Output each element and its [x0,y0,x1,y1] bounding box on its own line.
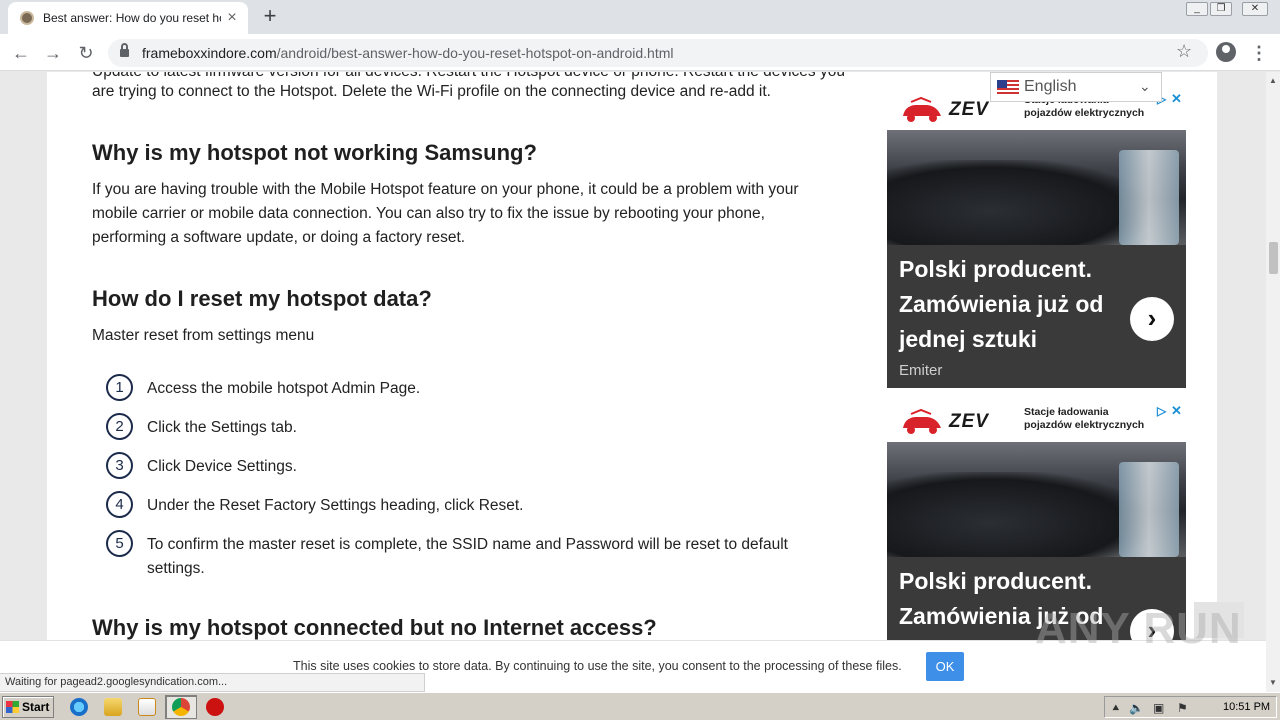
step-text: Click Device Settings. [147,458,297,475]
url-host: frameboxxindore.com [142,45,277,61]
restore-icon: ❐ [1216,3,1226,14]
bookmark-star-icon[interactable]: ☆ [1176,41,1192,62]
reload-icon[interactable]: ↻ [74,41,98,65]
list-item: 3 Click Device Settings. [106,452,846,479]
car-logo-icon [903,408,941,434]
step-number: 4 [106,491,133,518]
paragraph-master-reset: Master reset from settings menu [92,327,315,344]
step-text: Under the Reset Factory Settings heading… [147,497,524,514]
ad-header: ZEV Stacje ładowania pojazdów elektryczn… [887,402,1186,442]
tab-strip: Best answer: How do you reset hots × + _… [0,0,1280,34]
clock: 10:51 PM [1223,701,1271,713]
charger-image [1119,462,1179,557]
step-text: Click the Settings tab. [147,419,297,436]
close-icon: ✕ [1250,3,1260,14]
internet-explorer-icon[interactable] [70,698,88,716]
scroll-up-icon[interactable]: ▲ [1266,74,1280,88]
car-image [887,160,1147,245]
car-image [887,472,1147,557]
minimize-button[interactable]: _ [1186,2,1208,16]
heading-no-internet: Why is my hotspot connected but no Inter… [92,615,657,640]
start-button[interactable]: Start [2,696,54,718]
step-text: To confirm the master reset is complete,… [147,536,788,577]
volume-icon[interactable]: 🔈 [1129,701,1144,715]
tab-close-icon[interactable]: × [223,9,241,27]
forward-icon[interactable]: → [41,41,65,65]
flag-icon[interactable]: ⚑ [1177,701,1188,715]
antivirus-icon[interactable] [206,698,224,716]
heading-reset-hotspot: How do I reset my hotspot data? [92,286,432,311]
status-bubble: Waiting for pagead2.googlesyndication.co… [0,673,425,692]
chevron-right-icon[interactable]: › [1130,297,1174,341]
heading-hotspot-not-working: Why is my hotspot not working Samsung? [92,140,537,165]
adchoices-icon[interactable]: ▷ [1157,404,1166,418]
browser-tab[interactable]: Best answer: How do you reset hots × [8,2,248,34]
advertisement-1[interactable]: ZEV Stacje ładowania pojazdów elektryczn… [887,90,1186,388]
site-favicon-icon [20,11,34,25]
windows-logo-icon [6,701,19,713]
ad-brand: Emiter [899,362,943,379]
close-icon[interactable]: ✕ [1171,403,1182,419]
watermark: ANY RUN [1035,604,1242,653]
address-bar[interactable]: frameboxxindore.com/android/best-answer-… [108,39,1208,67]
step-number: 3 [106,452,133,479]
charger-image [1119,150,1179,245]
list-item: 4 Under the Reset Factory Settings headi… [106,491,846,518]
tray-arrow-icon[interactable]: ⯅ [1111,701,1121,716]
cookie-ok-button[interactable]: OK [926,652,964,681]
lock-icon [120,43,129,58]
ad-tagline: Stacje ładowania pojazdów elektrycznych [1024,406,1145,431]
scrollbar-thumb[interactable] [1269,242,1278,274]
language-selector[interactable]: English ⌄ [990,72,1162,102]
browser-toolbar: ← → ↻ frameboxxindore.com/android/best-a… [0,34,1280,71]
paragraph-hotspot-samsung: If you are having trouble with the Mobil… [92,181,799,246]
chrome-taskbar-button[interactable] [165,695,197,719]
restore-button[interactable]: ❐ [1210,2,1232,16]
us-flag-icon [997,80,1019,95]
list-item: 2 Click the Settings tab. [106,413,846,440]
ad-logo-text: ZEV [949,99,989,120]
close-window-button[interactable]: ✕ [1242,2,1268,16]
windows-taskbar: Start ⯅ 🔈 ▣ ⚑ 10:51 PM [0,692,1280,720]
folder-icon[interactable] [104,698,122,716]
language-label: English [1024,78,1077,95]
chrome-icon [172,698,190,716]
profile-icon[interactable] [1216,42,1236,62]
page-viewport: Update to latest firmware version for al… [0,72,1266,692]
ad-headline: Polski producent. Zamówienia już od jedn… [899,256,1104,352]
ad-photo [887,442,1186,557]
tab-title: Best answer: How do you reset hots [43,11,221,25]
url-text: frameboxxindore.com/android/best-answer-… [142,45,674,61]
reset-steps-list: 1 Access the mobile hotspot Admin Page. … [106,374,846,593]
system-tray: ⯅ 🔈 ▣ ⚑ 10:51 PM [1104,696,1277,718]
start-label: Start [22,700,50,714]
back-icon[interactable]: ← [9,41,33,65]
step-number: 5 [106,530,133,557]
car-logo-icon [903,96,941,122]
close-icon[interactable]: ✕ [1171,91,1182,107]
step-number: 1 [106,374,133,401]
url-path: /android/best-answer-how-do-you-reset-ho… [276,45,674,61]
new-tab-button[interactable]: + [258,5,282,29]
cookie-text: This site uses cookies to store data. By… [293,659,902,673]
content-area: Update to latest firmware version for al… [47,72,1217,692]
scroll-down-icon[interactable]: ▼ [1266,676,1280,690]
list-item: 5 To confirm the master reset is complet… [106,530,846,581]
network-icon[interactable]: ▣ [1153,701,1164,715]
ad-photo [887,130,1186,245]
chevron-down-icon: ⌄ [1139,78,1151,94]
list-item: 1 Access the mobile hotspot Admin Page. [106,374,846,401]
step-text: Access the mobile hotspot Admin Page. [147,380,421,397]
vertical-scrollbar[interactable]: ▲ ▼ [1266,72,1280,692]
intro-paragraph-tail: are trying to connect to the Hotspot. De… [92,83,771,100]
ad-logo-text: ZEV [949,411,989,432]
step-number: 2 [106,413,133,440]
minimize-icon: _ [1194,3,1200,14]
kebab-menu-icon[interactable]: ⋮ [1250,41,1268,65]
media-player-icon[interactable] [138,698,156,716]
